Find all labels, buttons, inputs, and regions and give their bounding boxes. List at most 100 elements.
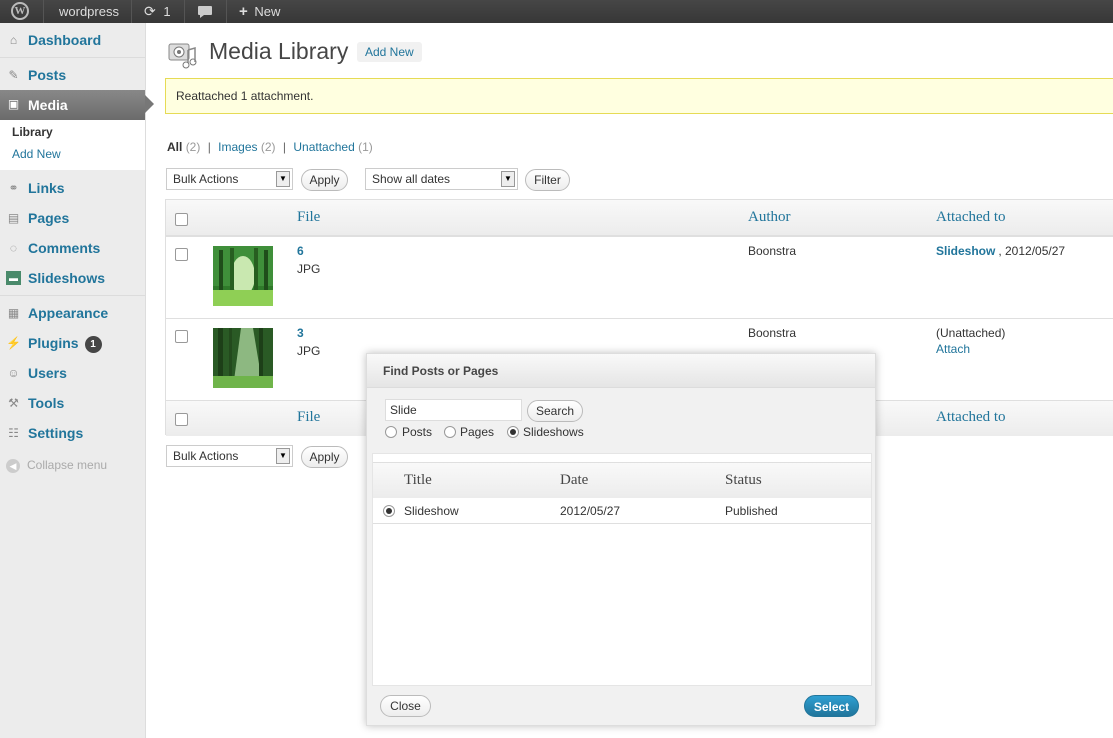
radio-posts[interactable] [385,426,397,438]
apply-button-bottom[interactable]: Apply [301,446,348,468]
result-date: 2012/05/27 [560,504,621,518]
admin-bar-divider [131,0,132,23]
sidebar-item-label: Appearance [28,305,109,321]
menu-separator [0,57,145,58]
radio-slideshows-label: Slideshows [523,425,584,439]
update-notice: Reattached 1 attachment. [165,78,1113,114]
result-row[interactable]: Slideshow 2012/05/27 Published [373,498,871,524]
comment-bubble-icon [198,6,212,18]
unattached-status: (Unattached) [936,326,1006,340]
sidebar-item-dashboard[interactable]: ⌂ Dashboard [0,26,145,54]
sidebar-item-tools[interactable]: ⚒ Tools [0,389,145,417]
collapse-menu-button[interactable]: ◀ Collapse menu [6,458,107,473]
file-type: JPG [297,262,321,276]
pushpin-icon: ✎ [8,68,19,82]
select-button[interactable]: Select [804,695,859,717]
admin-bar-divider [43,0,44,23]
sidebar-item-plugins[interactable]: ⚡ Plugins 1 [0,329,145,357]
current-menu-arrow [145,95,154,113]
sidebar-item-label: Settings [28,425,84,441]
file-title-link[interactable]: 3 [297,326,304,340]
users-icon: ☺ [7,366,20,380]
submenu-item-library[interactable]: Library [12,125,53,139]
search-button[interactable]: Search [527,400,583,422]
filter-all[interactable]: All (2) [167,140,200,154]
bulk-actions-select-bottom[interactable]: Bulk Actions ▼ [166,445,293,467]
settings-icon: ☷ [8,426,19,440]
filter-button[interactable]: Filter [525,169,570,191]
pages-icon: ▤ [7,211,20,225]
sidebar-item-label: Dashboard [28,32,102,48]
result-radio[interactable] [383,505,395,517]
sidebar-item-label: Users [28,365,67,381]
sidebar-item-appearance[interactable]: ▦ Appearance [0,299,145,327]
plus-icon: + [239,3,248,20]
plugin-icon: ⚡ [6,336,21,350]
media-library-icon [168,43,197,69]
filter-unattached-count: (1) [358,140,373,154]
file-title-link[interactable]: 6 [297,244,304,258]
admin-bar-divider [184,0,185,23]
radio-pages[interactable] [444,426,456,438]
apply-button-top[interactable]: Apply [301,169,348,191]
select-all-checkbox[interactable] [175,213,188,226]
column-file[interactable]: File [297,209,320,226]
find-posts-search-input[interactable]: Slide [385,399,522,421]
filter-all-count: (2) [185,140,201,154]
select-all-checkbox-footer[interactable] [175,413,188,426]
comments-link[interactable] [197,0,213,23]
sidebar-item-links[interactable]: ⚭ Links [0,174,145,202]
sidebar-item-media[interactable]: ▣ Media [0,90,154,120]
tools-icon: ⚒ [8,396,19,410]
radio-slideshows[interactable] [507,426,519,438]
filter-unattached[interactable]: Unattached [293,140,354,154]
forest-thumbnail[interactable] [213,246,273,306]
close-button[interactable]: Close [380,695,431,717]
wordpress-logo-icon[interactable]: W [11,0,29,23]
result-status: Published [725,504,778,518]
date-filter-select[interactable]: Show all dates ▼ [365,168,518,190]
sidebar-item-comments[interactable]: ◌ Comments [0,234,145,262]
refresh-icon: ⟳ [144,3,156,19]
collapse-menu-label: Collapse menu [27,458,108,472]
results-column-title: Title [404,472,432,488]
bulk-actions-select-top[interactable]: Bulk Actions ▼ [166,168,293,190]
comment-icon: ◌ [9,241,18,255]
sidebar-item-label: Posts [28,67,67,83]
attached-post-link[interactable]: Slideshow [936,244,995,258]
attached-to-cell: Slideshow, 2012/05/27 [936,244,1065,258]
table-row: 6 JPG Boonstra Slideshow, 2012/05/27 [166,236,1113,318]
add-new-media-button[interactable]: Add New [357,42,422,62]
media-icon: ▣ [7,97,20,111]
sidebar-item-slideshows[interactable]: ▬ Slideshows [0,264,145,292]
results-column-status: Status [725,472,762,488]
sidebar-item-posts[interactable]: ✎ Posts [0,61,145,89]
chevron-down-icon: ▼ [276,171,290,187]
update-count-badge: 1 [84,336,102,353]
row-checkbox[interactable] [175,248,188,261]
sunlit-forest-thumbnail[interactable] [213,328,273,388]
menu-separator [0,295,145,296]
submenu-item-add-new[interactable]: Add New [12,147,61,161]
new-content-link[interactable]: + New [239,0,280,23]
page-title: Media Library [209,38,349,64]
attach-link[interactable]: Attach [936,342,970,356]
column-attached-to[interactable]: Attached to [936,209,1006,226]
column-attached-to-footer[interactable]: Attached to [936,409,1006,426]
updates-link[interactable]: ⟳ 1 [144,0,171,23]
column-author[interactable]: Author [748,209,791,226]
find-posts-dialog: Find Posts or Pages Slide Search Posts P… [366,353,876,726]
admin-sidebar-menu: ⌂ Dashboard ✎ Posts ▣ Media Library Add … [0,23,154,738]
column-file-footer[interactable]: File [297,409,320,426]
filter-images[interactable]: Images [218,140,257,154]
admin-bar-divider [226,0,227,23]
bulk-actions-value: Bulk Actions [173,172,239,186]
sidebar-item-users[interactable]: ☺ Users [0,359,145,387]
chevron-down-icon: ▼ [276,448,290,464]
sidebar-item-pages[interactable]: ▤ Pages [0,204,145,232]
site-name-link[interactable]: wordpress [59,0,119,23]
filter-separator: | [207,140,211,154]
sidebar-item-label: Slideshows [28,270,106,286]
sidebar-item-settings[interactable]: ☷ Settings [0,419,145,447]
row-checkbox[interactable] [175,330,188,343]
